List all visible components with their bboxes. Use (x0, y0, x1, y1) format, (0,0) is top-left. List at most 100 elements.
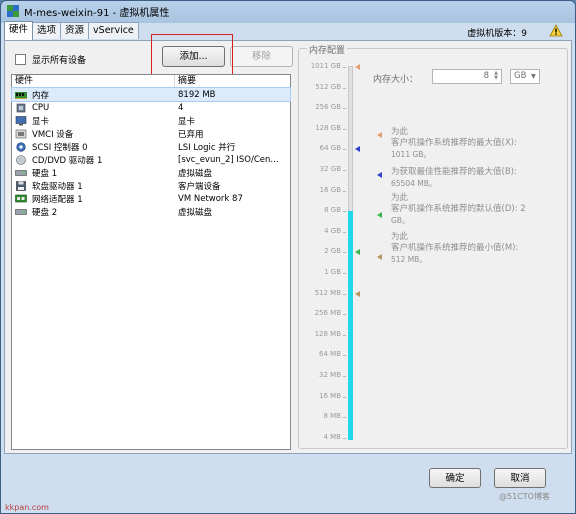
hardware-summary: 显卡 (178, 116, 196, 127)
memory-scale-label: 1011 GB (310, 62, 341, 70)
memory-scale-label: 256 MB (314, 309, 341, 318)
memory-scale-label: 256 GB (315, 103, 341, 112)
memory-size-input[interactable]: 8 ▲ ▼ (432, 69, 502, 84)
memory-icon (15, 90, 27, 100)
memory-scale-tick (343, 190, 346, 192)
memory-config-group: 内存配置 1011 GB 512 GB 256 GB 128 GB 64 GB 32 GB… (298, 43, 568, 449)
hardware-name: CD/DVD 驱动器 1 (32, 155, 103, 166)
memory-size-spinner[interactable]: ▲ ▼ (492, 71, 500, 82)
memory-scale-tick (343, 273, 346, 274)
window-title: M-mes-weixin-91 - 虚拟机属性 (24, 7, 170, 19)
hardware-summary: VM Network 87 (178, 193, 243, 204)
hardware-name: VMCI 设备 (32, 129, 74, 140)
column-header-hardware[interactable]: 硬件 (12, 75, 175, 87)
memory-scale-tick (343, 437, 346, 439)
display-icon (15, 115, 27, 126)
cancel-button[interactable]: 取消 (494, 468, 546, 488)
memory-scale-label: 512 GB (315, 82, 341, 91)
hardware-row-video-card[interactable]: 显卡 显卡 (12, 114, 290, 127)
memory-scale-label: 8 GB (324, 206, 341, 215)
hardware-row-floppy[interactable]: 软盘驱动器 1 客户端设备 (12, 179, 290, 192)
show-all-devices-checkbox[interactable] (15, 54, 26, 65)
hardware-row-scsi[interactable]: SCSI 控制器 0 LSI Logic 并行 (12, 140, 290, 153)
hardware-row-disk-1[interactable]: 硬盘 1 虚拟磁盘 (12, 166, 290, 179)
hardware-row-memory[interactable]: 内存 8192 MB (11, 87, 291, 102)
tab-resources[interactable]: 资源 (60, 22, 90, 39)
hint-line: 为此 (391, 232, 409, 242)
hardware-summary: LSI Logic 并行 (178, 142, 236, 153)
column-header-summary[interactable]: 摘要 (175, 75, 196, 87)
network-icon (15, 194, 27, 204)
memory-scale-tick (343, 149, 346, 151)
chevron-down-icon: ▼ (531, 73, 536, 80)
hardware-summary: 客户端设备 (178, 181, 221, 192)
tab-vservice[interactable]: vService (88, 22, 139, 39)
memory-unit-select[interactable]: GB ▼ (510, 69, 540, 84)
hint-guest-min: 为此 客户机操作系统推荐的最小值(M): 512 MB。 (391, 232, 518, 265)
memory-scale-tick (343, 128, 346, 130)
vm-properties-window: M-mes-weixin-91 - 虚拟机属性 硬件 选项 资源 vServic… (0, 0, 576, 514)
show-all-devices-label: 显示所有设备 (32, 56, 87, 66)
ok-button[interactable]: 确定 (429, 468, 481, 488)
tab-strip: 硬件 选项 资源 vService (4, 21, 139, 40)
hardware-row-cdrom[interactable]: CD/DVD 驱动器 1 [svc_evun_2] ISO/Cen... (12, 153, 290, 166)
hardware-name: 硬盘 2 (32, 207, 58, 218)
vm-app-icon (7, 5, 19, 17)
memory-scale-tick (343, 376, 346, 377)
hardware-row-disk-2[interactable]: 硬盘 2 虚拟磁盘 (12, 205, 290, 218)
highlight-box (151, 34, 233, 76)
hardware-summary: 虚拟磁盘 (178, 207, 213, 218)
memory-unit-value: GB (514, 71, 527, 81)
hint-marker (377, 172, 382, 178)
hardware-tab-panel: 显示所有设备 添加... 移除 硬件 摘要 内存 8192 MB CPU 4 显… (4, 34, 572, 454)
cdrom-icon (15, 154, 27, 165)
memory-scale-tick (343, 211, 346, 213)
hardware-name: 硬盘 1 (32, 168, 58, 179)
hardware-row-network[interactable]: 网络适配器 1 VM Network 87 (12, 192, 290, 205)
memory-scale-label: 128 GB (315, 123, 341, 132)
hardware-summary: 8192 MB (178, 89, 216, 100)
vm-version-label: 虚拟机版本：9 (467, 29, 527, 39)
hardware-summary: 4 (178, 102, 184, 113)
hint-marker (377, 132, 382, 138)
hardware-row-vmci[interactable]: VMCI 设备 已弃用 (12, 127, 290, 140)
memory-scale-tick (343, 231, 346, 233)
scsi-icon (15, 141, 27, 152)
memory-scale-tick (343, 293, 346, 295)
memory-scale-label: 512 MB (314, 288, 341, 297)
hint-value: 65504 MB。 (391, 179, 437, 188)
memory-bar-fill (348, 211, 353, 440)
show-all-devices-row[interactable]: 显示所有设备 (15, 53, 86, 66)
remove-button[interactable]: 移除 (230, 46, 293, 67)
memory-scale-tick (343, 314, 346, 316)
tab-options[interactable]: 选项 (32, 22, 62, 39)
vmci-icon (15, 129, 27, 139)
tab-hardware[interactable]: 硬件 (4, 21, 34, 40)
hardware-name: SCSI 控制器 0 (32, 142, 88, 153)
memory-limit-marker (355, 64, 360, 70)
title-bar[interactable]: M-mes-weixin-91 - 虚拟机属性 (1, 1, 575, 21)
hardware-row-cpu[interactable]: CPU 4 (12, 101, 290, 114)
memory-scale-label: 8 MB (323, 412, 341, 421)
hint-guest-default: 为此 客户机操作系统推荐的默认值(D): 2 GB。 (391, 193, 526, 226)
hint-line: 客户机操作系统推荐的最大值(X): (391, 138, 517, 148)
hardware-list[interactable]: 硬件 摘要 内存 8192 MB CPU 4 显卡 显卡 VMCI 设备 已弃用… (11, 74, 291, 450)
memory-scale-label: 2 GB (324, 247, 341, 256)
disk-icon (15, 207, 27, 217)
memory-config-title: 内存配置 (307, 43, 348, 56)
hint-marker (377, 212, 382, 218)
hint-line: 为此 (391, 127, 409, 137)
warning-icon[interactable] (549, 24, 563, 37)
memory-scale-tick (343, 170, 346, 171)
memory-size-label: 内存大小： (373, 75, 419, 85)
memory-scale-tick (343, 87, 346, 89)
watermark-right: @51CTO博客 (499, 492, 550, 501)
hint-guest-max: 为此 客户机操作系统推荐的最大值(X): 1011 GB。 (391, 127, 517, 160)
hint-best-performance-max: 为获取最佳性能推荐的最大值(B): 65504 MB。 (391, 167, 517, 189)
memory-scale-label: 4 MB (323, 432, 341, 441)
memory-scale-tick (343, 396, 346, 398)
disk-icon (15, 168, 27, 178)
hint-line: 客户机操作系统推荐的最小值(M): (391, 243, 519, 253)
hardware-name: 网络适配器 1 (32, 194, 83, 205)
watermark-left: kkpan.com (5, 503, 49, 512)
